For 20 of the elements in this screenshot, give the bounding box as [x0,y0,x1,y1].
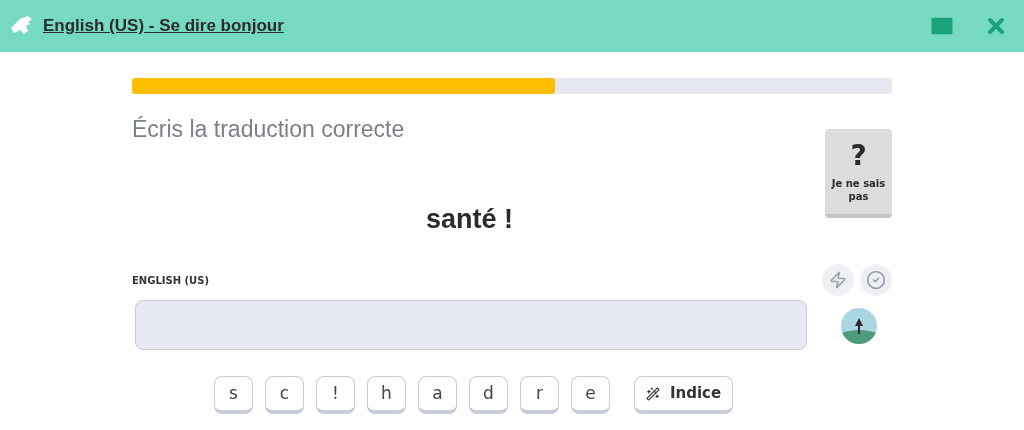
letter-key[interactable]: d [469,376,508,414]
letter-key[interactable]: r [520,376,559,414]
answer-field[interactable] [135,300,807,350]
letter-key[interactable]: s [214,376,253,414]
lesson-title-link[interactable]: English (US) - Se dire bonjour [43,13,284,39]
letter-key[interactable]: ! [316,376,355,414]
hint-button[interactable]: Indice [634,376,733,414]
letter-key[interactable]: h [367,376,406,414]
avatar-icon[interactable] [841,308,877,344]
lightning-icon[interactable] [822,264,854,296]
skip-label: Je ne sais pas [830,176,887,203]
language-label: ENGLISH (US) [132,274,211,288]
letter-key[interactable]: c [265,376,304,414]
prompt-text: santé ! [425,202,514,236]
instruction-text: Écris la traduction correcte [132,115,406,144]
letter-key[interactable]: e [571,376,610,414]
skip-button[interactable]: ? Je ne sais pas [825,129,892,218]
question-mark-icon: ? [850,140,867,171]
magic-wand-icon [645,386,660,401]
letter-key[interactable]: a [418,376,457,414]
